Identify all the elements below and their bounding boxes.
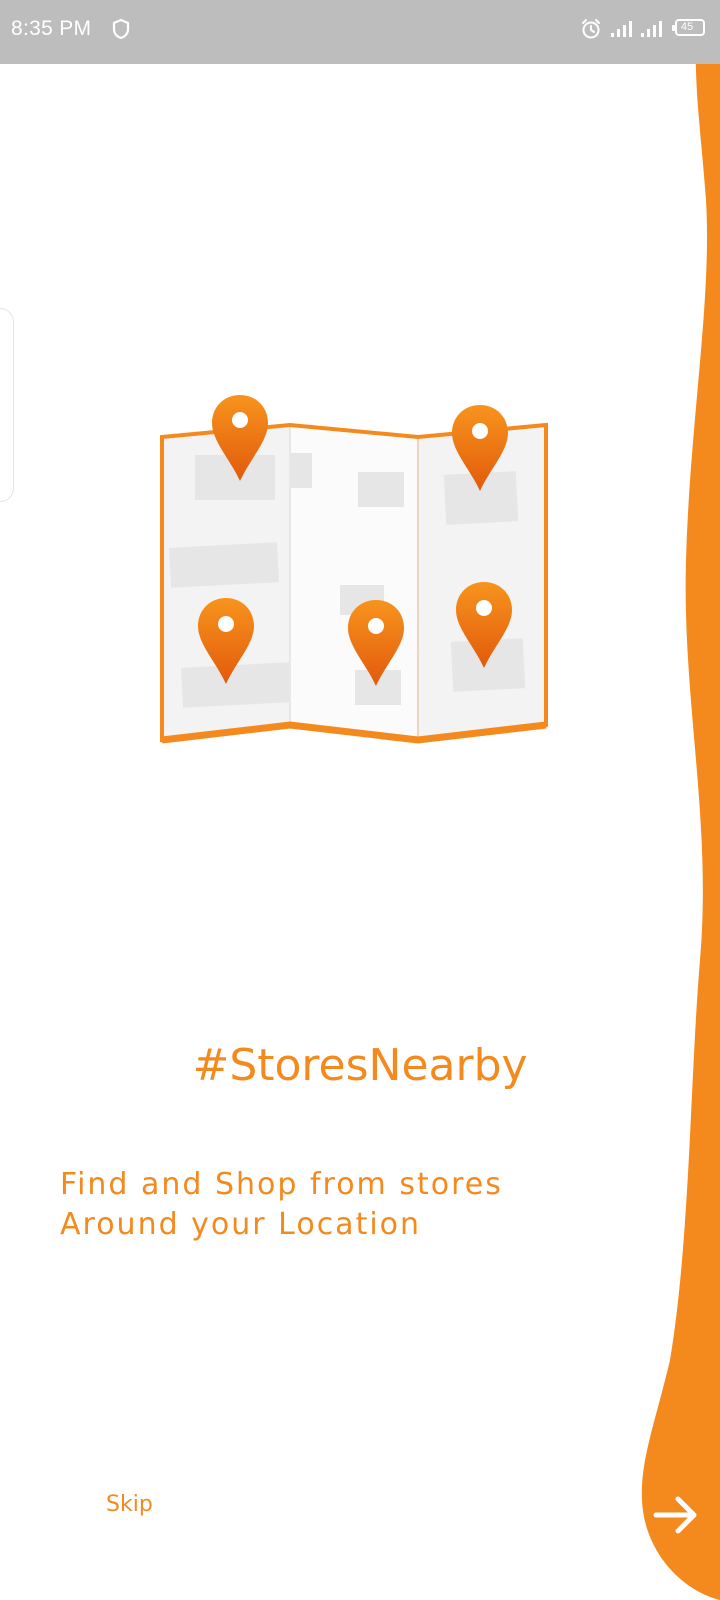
onboarding-description: Find and Shop from stores Around your Lo… [60,1165,620,1245]
map-pins-illustration [160,395,548,744]
orange-wave-decoration [641,0,720,1600]
signal-icon [641,21,662,37]
status-bar: 8:35 PM 45 [0,0,720,64]
side-drawer-handle[interactable] [0,308,14,502]
onboarding-screen: 8:35 PM 45 #StoresNearby Find and Shop f… [0,0,720,1600]
description-line: Find and Shop from stores [60,1167,503,1202]
shield-icon [112,18,130,40]
alarm-icon [582,19,600,39]
status-time: 8:35 PM [11,17,92,40]
arrow-right-icon[interactable] [640,1480,710,1550]
onboarding-title-text: #StoresNearby [192,1040,528,1091]
skip-button[interactable]: Skip [96,1486,163,1523]
signal-icon [611,21,632,37]
onboarding-title: #StoresNearby [0,1040,720,1091]
battery-level: 45 [680,21,694,33]
description-line: Around your Location [60,1207,422,1242]
